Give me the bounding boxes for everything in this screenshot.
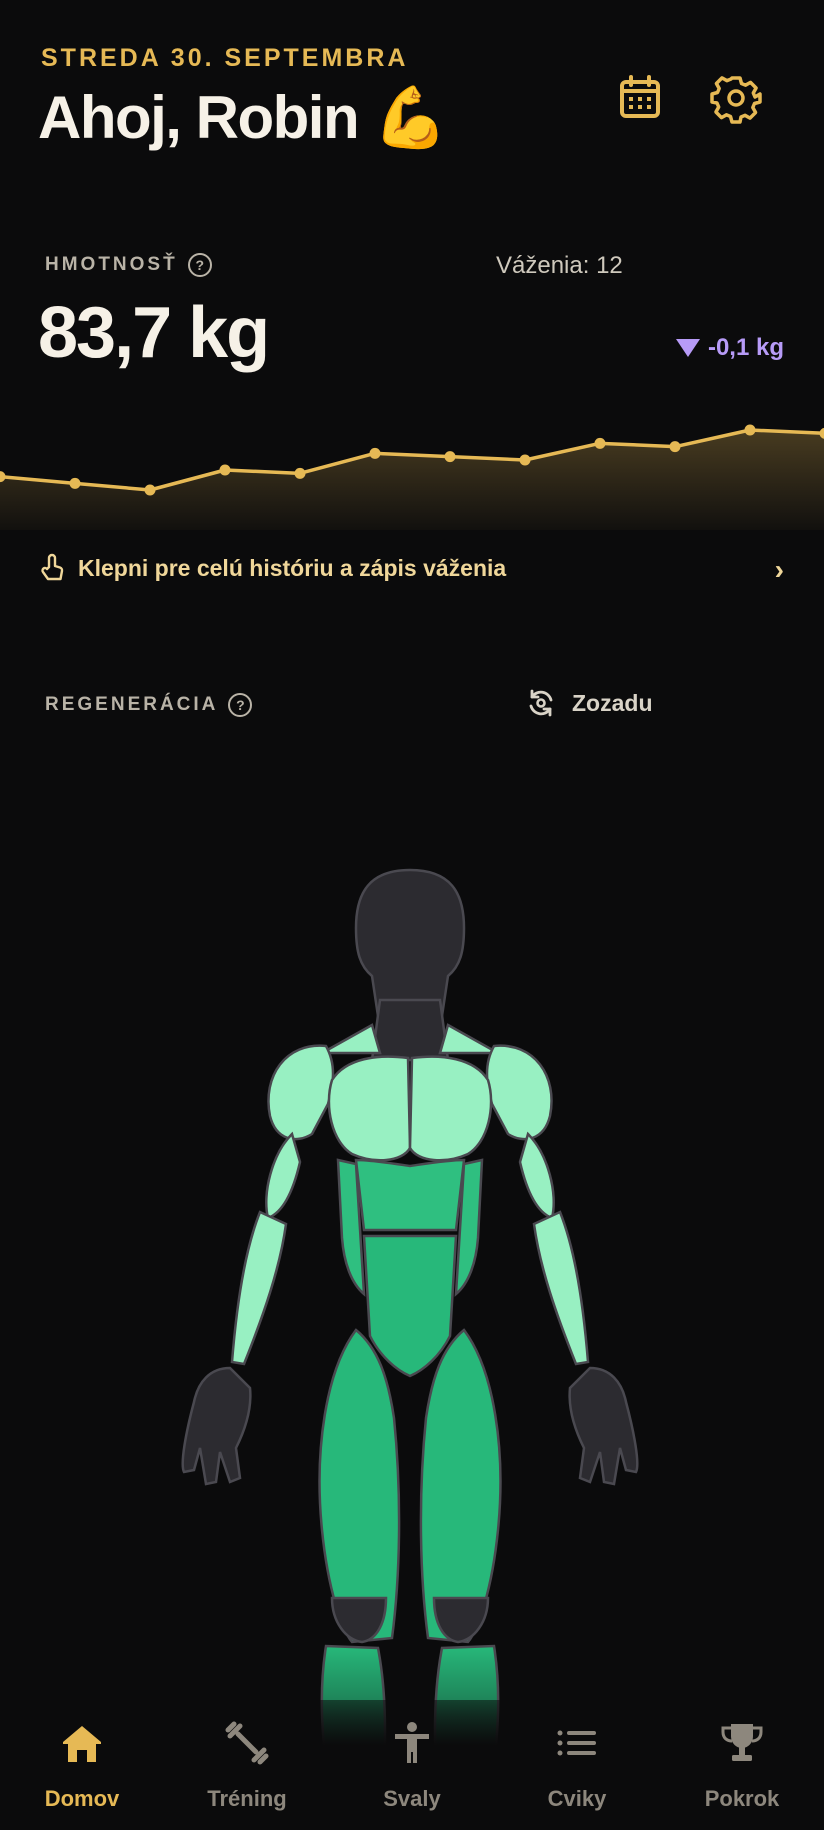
regeneration-label: REGENERÁCIA: [45, 694, 219, 715]
weight-history-link[interactable]: Klepni pre celú históriu a zápis váženia…: [40, 548, 784, 588]
weight-chart-point: [444, 451, 456, 463]
weight-chart-point: [744, 424, 756, 436]
quad-right[interactable]: [419, 1328, 502, 1644]
chest-right[interactable]: [408, 1055, 493, 1162]
abs-upper[interactable]: [354, 1158, 466, 1232]
shoulder-left[interactable]: [267, 1044, 335, 1141]
nav-muscles-label: Svaly: [383, 1786, 441, 1811]
body-icon: [395, 1722, 429, 1763]
trap-left[interactable]: [317, 1023, 382, 1055]
chevron-right-icon: ›: [774, 554, 784, 585]
nav-exercises-label: Cviky: [547, 1786, 607, 1811]
weight-history-text: Klepni pre celú históriu a zápis váženia: [78, 554, 507, 581]
weight-section-label: HMOTNOSŤ ?: [45, 253, 212, 277]
weight-chart-area: [0, 430, 824, 530]
calendar-button[interactable]: [614, 72, 666, 124]
greeting-title: Ahoj, Robin 💪: [38, 84, 448, 151]
weight-delta: -0,1 kg: [675, 334, 784, 362]
weight-label: HMOTNOSŤ: [45, 254, 178, 275]
weight-delta-value: -0,1 kg: [707, 334, 784, 361]
weigh-in-count: Váženia: 12: [496, 252, 623, 279]
weight-chart-point: [294, 467, 306, 479]
forearm-right[interactable]: [532, 1210, 590, 1366]
weight-chart-point: [594, 437, 606, 449]
calendar-icon: [620, 75, 660, 118]
settings-button[interactable]: [710, 72, 762, 124]
gear-icon: [710, 76, 762, 124]
list-icon: [557, 1730, 596, 1756]
shoulder-right[interactable]: [485, 1044, 553, 1141]
bicep-left[interactable]: [265, 1131, 302, 1220]
forearm-left[interactable]: [230, 1210, 288, 1366]
nav-muscles[interactable]: Svaly: [337, 1720, 487, 1812]
nav-home[interactable]: Domov: [7, 1720, 157, 1812]
hand-right: [568, 1366, 639, 1486]
neck: [370, 998, 450, 1062]
weight-chart-point: [144, 484, 156, 496]
abs-lower[interactable]: [362, 1234, 458, 1378]
weight-chart-point: [69, 477, 81, 489]
weight-trend-chart[interactable]: [0, 395, 824, 530]
home-icon: [63, 1726, 101, 1762]
tap-hand-icon: [41, 553, 64, 581]
date-label: STREDA 30. SEPTEMBRA: [41, 44, 409, 72]
weight-help-icon[interactable]: ?: [187, 253, 212, 277]
nav-home-label: Domov: [44, 1786, 120, 1811]
nav-progress-label: Pokrok: [704, 1786, 780, 1811]
down-triangle-icon: [675, 339, 700, 357]
body-view-toggle[interactable]: Zozadu: [526, 688, 653, 718]
regeneration-section-label: REGENERÁCIA ?: [45, 693, 253, 717]
nav-training-label: Tréning: [207, 1786, 287, 1811]
bottom-navigation: Domov Tréning Svaly Cviky Pokrok: [0, 1700, 824, 1830]
trophy-icon: [721, 1724, 763, 1761]
nav-progress[interactable]: Pokrok: [667, 1720, 817, 1812]
bicep-right[interactable]: [518, 1131, 555, 1220]
weight-chart-point: [519, 454, 531, 466]
quad-left[interactable]: [318, 1328, 401, 1644]
weight-chart-point: [369, 447, 381, 459]
trap-right[interactable]: [438, 1023, 503, 1055]
nav-exercises[interactable]: Cviky: [502, 1720, 652, 1812]
rotate-view-icon: [529, 689, 553, 717]
hand-left: [181, 1366, 252, 1486]
muscle-body-map[interactable]: [130, 860, 690, 1820]
regeneration-help-icon[interactable]: ?: [228, 693, 253, 717]
chest-left[interactable]: [327, 1055, 412, 1162]
weight-chart-point: [219, 464, 231, 476]
dumbbell-icon: [225, 1721, 269, 1765]
weight-value: 83,7 kg: [38, 293, 270, 373]
view-toggle-label: Zozadu: [572, 689, 653, 716]
head: [354, 868, 466, 1018]
nav-training[interactable]: Tréning: [172, 1720, 322, 1812]
weight-chart-point: [669, 441, 681, 453]
